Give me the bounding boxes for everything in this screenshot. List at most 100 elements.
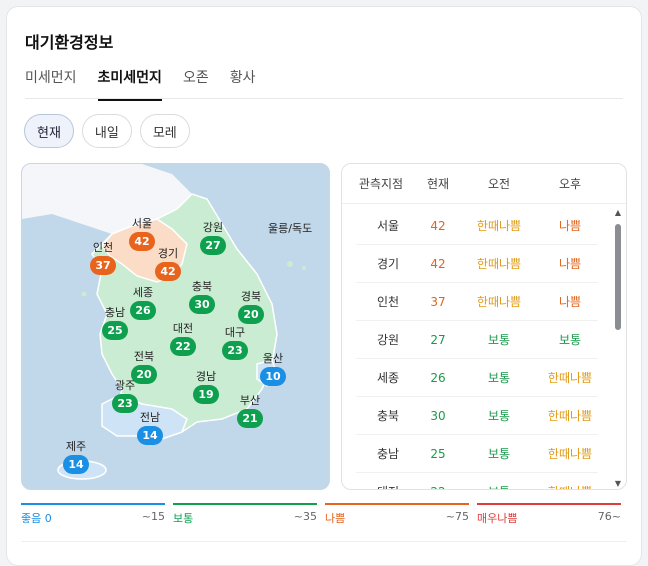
legend-range: ~75	[445, 510, 469, 523]
current-cell: 42	[430, 218, 446, 233]
scrollbar[interactable]: ▲ ▼	[614, 208, 622, 488]
observation-table: 관측지점 현재 오전 오후 서울 42 한때나쁨 나쁨 경기 42 한때나쁨 나쁨 인천 37 한때…	[341, 163, 627, 490]
region-jeonnam[interactable]: 전남 14	[137, 411, 163, 445]
table-body: 서울 42 한때나쁨 나쁨 경기 42 한때나쁨 나쁨 인천 37 한때나쁨 나쁨 강원 27 보통 보통 세종…	[356, 207, 598, 490]
time-selector: 현재 내일 모레	[24, 114, 190, 148]
am-cell: 보통	[487, 333, 511, 347]
current-cell: 27	[430, 332, 446, 347]
region-sejong[interactable]: 세종 26	[130, 286, 156, 320]
region-incheon[interactable]: 인천 37	[90, 241, 116, 275]
region-badge: 27	[200, 236, 226, 255]
legend-label: 나쁨	[325, 512, 346, 525]
table-row: 충남 25 보통 한때나쁨	[356, 435, 598, 473]
region-chungbuk[interactable]: 충북 30	[189, 280, 215, 314]
region-ulsan[interactable]: 울산 10	[260, 352, 286, 386]
pm-cell: 한때나쁨	[547, 409, 593, 423]
region-daejeon[interactable]: 대전 22	[170, 322, 196, 356]
legend-very-bad: 매우나쁨 76~	[477, 503, 621, 526]
region-gwangju[interactable]: 광주 23	[112, 379, 138, 413]
site-cell: 경기	[376, 257, 400, 271]
legend-normal: 보통 ~35	[173, 503, 317, 526]
pollutant-tabs: 미세먼지 초미세먼지 오존 황사	[25, 67, 276, 101]
region-seoul[interactable]: 서울 42	[129, 217, 155, 251]
region-chungnam[interactable]: 충남 25	[102, 306, 128, 340]
legend-label: 좋음 0	[21, 512, 52, 525]
legend-label: 보통	[173, 512, 194, 525]
current-cell: 26	[430, 370, 446, 385]
region-badge: 22	[170, 337, 196, 356]
site-cell: 충남	[376, 447, 400, 461]
legend-good: 좋음 0 ~15	[21, 503, 165, 526]
table-header: 관측지점 현재 오전 오후	[342, 164, 626, 204]
region-badge: 14	[137, 426, 163, 445]
west-island	[81, 291, 87, 297]
tab-pm25[interactable]: 초미세먼지	[97, 67, 162, 101]
tab-yellow-dust[interactable]: 황사	[230, 67, 256, 101]
site-cell: 충북	[376, 409, 400, 423]
table-row: 충북 30 보통 한때나쁨	[356, 397, 598, 435]
current-cell: 37	[430, 294, 446, 309]
table-row: 세종 26 보통 한때나쁨	[356, 359, 598, 397]
header-current: 현재	[426, 177, 450, 191]
pill-day-after[interactable]: 모레	[139, 114, 190, 148]
region-busan[interactable]: 부산 21	[237, 394, 263, 428]
pm-cell: 나쁨	[558, 257, 582, 271]
pm-cell: 한때나쁨	[542, 483, 598, 489]
tab-divider	[25, 98, 623, 99]
region-badge: 14	[63, 455, 89, 474]
current-cell: 22	[420, 485, 456, 490]
pill-now[interactable]: 현재	[24, 114, 74, 148]
site-cell: 인천	[376, 295, 400, 309]
am-cell: 한때나쁨	[476, 257, 522, 271]
am-cell: 보통	[456, 483, 542, 489]
pm-cell: 보통	[558, 333, 582, 347]
tab-pm10[interactable]: 미세먼지	[25, 67, 77, 101]
scroll-up-icon[interactable]: ▲	[614, 208, 622, 217]
current-cell: 30	[430, 408, 446, 423]
legend-range: ~15	[141, 510, 165, 523]
region-badge: 42	[129, 232, 155, 251]
pm-cell: 나쁨	[558, 295, 582, 309]
region-daegu[interactable]: 대구 23	[222, 326, 248, 360]
am-cell: 보통	[487, 447, 511, 461]
table-row: 대전22보통한때나쁨	[356, 473, 598, 490]
region-gyeongnam[interactable]: 경남 19	[193, 370, 219, 404]
region-badge: 25	[102, 321, 128, 340]
ulleung-island	[287, 261, 293, 267]
tab-ozone[interactable]: 오존	[183, 67, 209, 101]
pm-cell: 한때나쁨	[547, 371, 593, 385]
region-gangwon[interactable]: 강원 27	[200, 221, 226, 255]
legend-bad: 나쁨 ~75	[325, 503, 469, 526]
legend-range: ~35	[293, 510, 317, 523]
pill-tomorrow[interactable]: 내일	[81, 114, 132, 148]
scroll-down-icon[interactable]: ▼	[614, 479, 622, 488]
island-label: 울릉/독도	[268, 222, 313, 235]
header-pm: 오후	[558, 177, 582, 191]
region-badge: 37	[90, 256, 116, 275]
current-cell: 25	[430, 446, 446, 461]
legend-range: 76~	[597, 510, 621, 523]
region-jeju[interactable]: 제주 14	[63, 440, 89, 474]
region-badge: 21	[237, 409, 263, 428]
table-row: 서울 42 한때나쁨 나쁨	[356, 207, 598, 245]
am-cell: 한때나쁨	[476, 219, 522, 233]
legend: 좋음 0 ~15 보통 ~35 나쁨 ~75 매우나쁨 76~	[21, 503, 621, 526]
region-badge: 19	[193, 385, 219, 404]
region-badge: 30	[189, 295, 215, 314]
region-badge: 10	[260, 367, 286, 386]
table-row: 강원 27 보통 보통	[356, 321, 598, 359]
pm-cell: 한때나쁨	[547, 447, 593, 461]
region-gyeonggi[interactable]: 경기 42	[155, 247, 181, 281]
scroll-thumb[interactable]	[615, 224, 621, 330]
site-cell: 대전	[356, 483, 420, 489]
korea-map: 울릉/독도 서울 42 인천 37 경기 42 강원 27 충북 30 세종 2…	[21, 163, 330, 490]
card-title: 대기환경정보	[25, 33, 114, 52]
region-badge: 42	[155, 262, 181, 281]
current-cell: 42	[430, 256, 446, 271]
am-cell: 보통	[487, 371, 511, 385]
am-cell: 보통	[487, 409, 511, 423]
table-row: 경기 42 한때나쁨 나쁨	[356, 245, 598, 283]
site-cell: 강원	[376, 333, 400, 347]
region-badge: 23	[112, 394, 138, 413]
region-gyeongbuk[interactable]: 경북 20	[238, 290, 264, 324]
